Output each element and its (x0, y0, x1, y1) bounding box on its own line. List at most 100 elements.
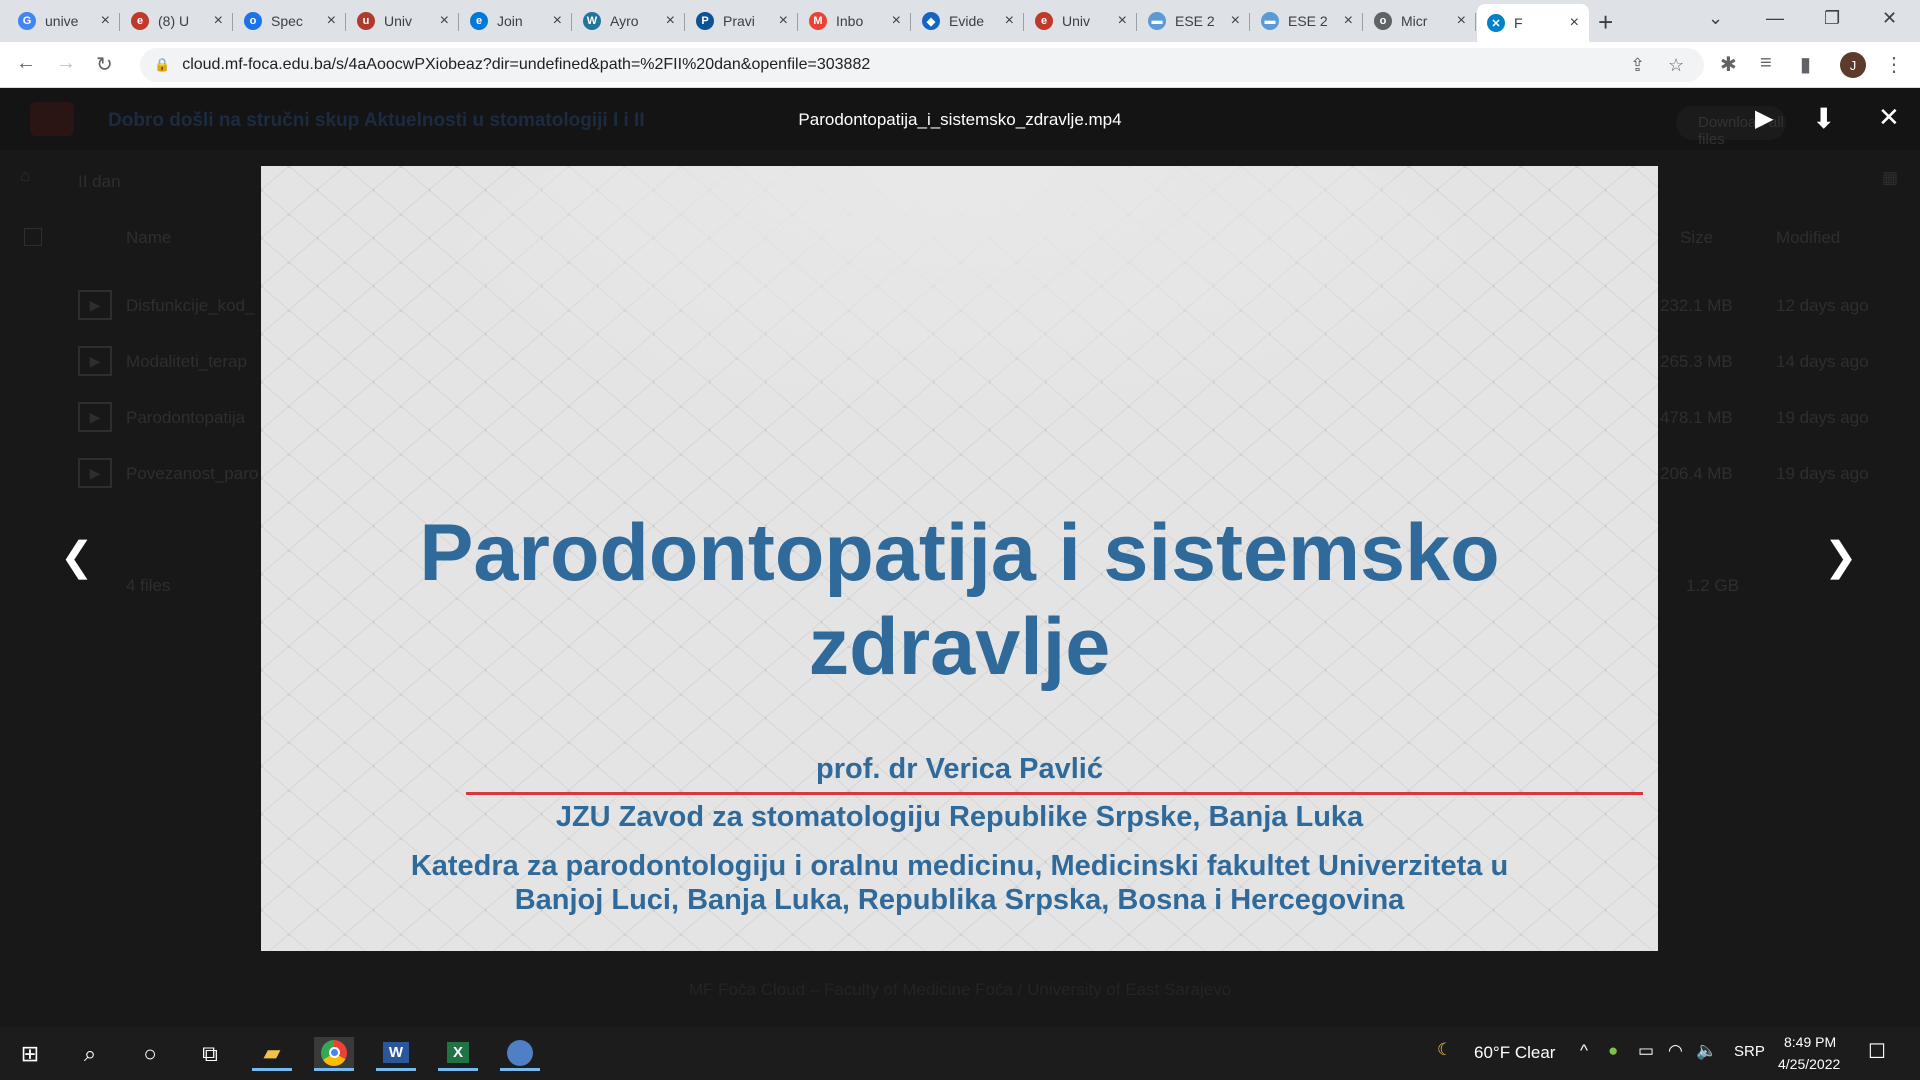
grid-view-icon[interactable]: ▦ (1882, 168, 1898, 188)
back-button[interactable]: ← (16, 52, 36, 75)
tab-separator (1475, 13, 1476, 31)
browser-tab[interactable]: M Inbo × (799, 6, 911, 36)
wordpress-icon: W (583, 12, 601, 30)
close-tab-icon[interactable]: × (1344, 12, 1353, 30)
file-name[interactable]: Disfunkcije_kod_ (126, 296, 255, 316)
tab-search-icon[interactable]: ⌄ (1708, 8, 1723, 29)
wifi-icon[interactable]: ◠ (1668, 1041, 1683, 1061)
browser-tab[interactable]: ✕ F × (1477, 4, 1589, 42)
breadcrumb[interactable]: II dan (78, 172, 121, 192)
clock-date[interactable]: 4/25/2022 (1778, 1056, 1840, 1072)
browser-tab[interactable]: W Ayro × (573, 6, 685, 36)
browser-tab[interactable]: P Pravi × (686, 6, 798, 36)
slide-title-line-1: Parodontopatija i sistemsko (419, 508, 1500, 598)
file-size: 206.4 MB (1660, 464, 1733, 483)
chrome-icon[interactable] (314, 1037, 354, 1071)
close-tab-icon[interactable]: × (101, 12, 110, 30)
slide-institution: JZU Zavod za stomatologiju Republike Srp… (555, 801, 1364, 833)
tab-separator (1249, 13, 1250, 31)
next-arrow-icon[interactable]: ❯ (1824, 534, 1858, 580)
video-file-icon: ▶ (78, 402, 112, 432)
side-panel-icon[interactable]: ▮ (1800, 52, 1811, 77)
close-tab-icon[interactable]: × (666, 12, 675, 30)
file-name[interactable]: Modaliteti_terap (126, 352, 247, 372)
cortana-icon[interactable]: ○ (130, 1037, 170, 1071)
select-all-checkbox[interactable] (24, 228, 42, 246)
video-file-icon: ▶ (78, 458, 112, 488)
close-tab-icon[interactable]: × (553, 12, 562, 30)
profile-avatar[interactable]: J (1840, 52, 1866, 78)
file-name[interactable]: Parodontopatija (126, 408, 245, 428)
browser-tab[interactable]: u Univ × (347, 6, 459, 36)
forward-button[interactable]: → (56, 52, 76, 75)
column-size[interactable]: Size (1680, 228, 1713, 248)
reload-button[interactable]: ↻ (96, 52, 113, 77)
task-view-icon[interactable]: ⧉ (190, 1037, 230, 1071)
close-tab-icon[interactable]: × (327, 12, 336, 30)
close-tab-icon[interactable]: × (1570, 14, 1579, 32)
browser-tab[interactable]: o Micr × (1364, 6, 1476, 36)
show-hidden-icons[interactable]: ^ (1580, 1041, 1588, 1061)
browser-tab[interactable]: e Univ × (1025, 6, 1137, 36)
close-tab-icon[interactable]: × (1118, 12, 1127, 30)
excel-icon[interactable]: X (438, 1037, 478, 1071)
close-window-button[interactable]: ✕ (1882, 8, 1897, 29)
file-explorer-icon[interactable]: ▰ (252, 1037, 292, 1071)
minimize-button[interactable]: — (1766, 8, 1784, 29)
browser-menu-icon[interactable]: ⋮ (1884, 52, 1904, 77)
column-modified[interactable]: Modified (1776, 228, 1840, 248)
slide-author: prof. dr Verica Pavlić (816, 753, 1103, 785)
slide-title: Parodontopatija i sistemsko zdravlje (261, 506, 1658, 694)
bookmark-star-icon[interactable]: ☆ (1668, 55, 1684, 76)
weather-text[interactable]: 60°F Clear (1474, 1043, 1555, 1063)
browser-tab[interactable]: e (8) U × (121, 6, 233, 36)
extensions-icon[interactable]: ✱ (1720, 52, 1737, 77)
browser-tab[interactable]: o Spec × (234, 6, 346, 36)
media-controls-icon[interactable]: ≡ (1760, 52, 1772, 75)
home-icon[interactable]: ⌂ (20, 166, 30, 186)
browser-tab-title: Micr (1401, 13, 1428, 29)
search-icon[interactable]: ⌕ (70, 1037, 110, 1071)
share-icon[interactable]: ⇪ (1630, 55, 1645, 76)
battery-icon[interactable]: ▭ (1638, 1041, 1654, 1061)
language-indicator[interactable]: SRP (1734, 1043, 1765, 1060)
app-tray-icon[interactable]: ● (1608, 1041, 1618, 1061)
close-tab-icon[interactable]: × (779, 12, 788, 30)
slideshow-play-icon[interactable]: ▶ (1755, 104, 1773, 133)
word-icon[interactable]: W (376, 1037, 416, 1071)
close-tab-icon[interactable]: × (214, 12, 223, 30)
close-tab-icon[interactable]: × (1005, 12, 1014, 30)
browser-tab[interactable]: ◆ Evide × (912, 6, 1024, 36)
total-size: 1.2 GB (1686, 576, 1739, 595)
remote-desktop-icon[interactable] (500, 1037, 540, 1071)
volume-icon[interactable]: 🔈 (1696, 1041, 1717, 1061)
browser-tab-title: ESE 2 (1288, 13, 1328, 29)
browser-tab[interactable]: Gunive × (8, 6, 120, 36)
close-tab-icon[interactable]: × (440, 12, 449, 30)
close-viewer-icon[interactable]: ✕ (1878, 102, 1900, 133)
url-text[interactable]: cloud.mf-foca.edu.ba/s/4aAoocwPXiobeaz?d… (182, 56, 870, 74)
browser-tab[interactable]: ▬ ESE 2 × (1138, 6, 1250, 36)
new-tab-button[interactable]: + (1598, 7, 1613, 38)
windows-start-icon[interactable]: ⊞ (10, 1037, 50, 1071)
close-tab-icon[interactable]: × (1231, 12, 1240, 30)
previous-arrow-icon[interactable]: ❮ (60, 534, 94, 580)
notifications-icon[interactable]: ☐ (1868, 1039, 1886, 1064)
browser-toolbar: ← → ↻ 🔒 cloud.mf-foca.edu.ba/s/4aAoocwPX… (0, 42, 1920, 88)
tab-separator (345, 13, 346, 31)
file-name[interactable]: Povezanost_paro (126, 464, 258, 484)
browser-tab[interactable]: e Join × (460, 6, 572, 36)
browser-tab[interactable]: ▬ ESE 2 × (1251, 6, 1363, 36)
browser-tab-title: Univ (1062, 13, 1091, 29)
university-logo-icon: e (1035, 12, 1053, 30)
close-tab-icon[interactable]: × (892, 12, 901, 30)
video-player[interactable]: Parodontopatija i sistemsko zdravlje pro… (261, 166, 1658, 951)
globe-icon: o (1374, 12, 1392, 30)
address-bar[interactable]: 🔒 cloud.mf-foca.edu.ba/s/4aAoocwPXiobeaz… (140, 48, 1704, 82)
maximize-button[interactable]: ❐ (1824, 8, 1840, 29)
column-name[interactable]: Name (126, 228, 171, 248)
close-tab-icon[interactable]: × (1457, 12, 1466, 30)
download-icon[interactable]: ⬇ (1812, 102, 1835, 135)
clock-time[interactable]: 8:49 PM (1784, 1034, 1836, 1050)
browser-tab-strip: Gunive × e (8) U × o Spec × u Univ × e Join × W Ayro × P P… (0, 0, 1920, 42)
